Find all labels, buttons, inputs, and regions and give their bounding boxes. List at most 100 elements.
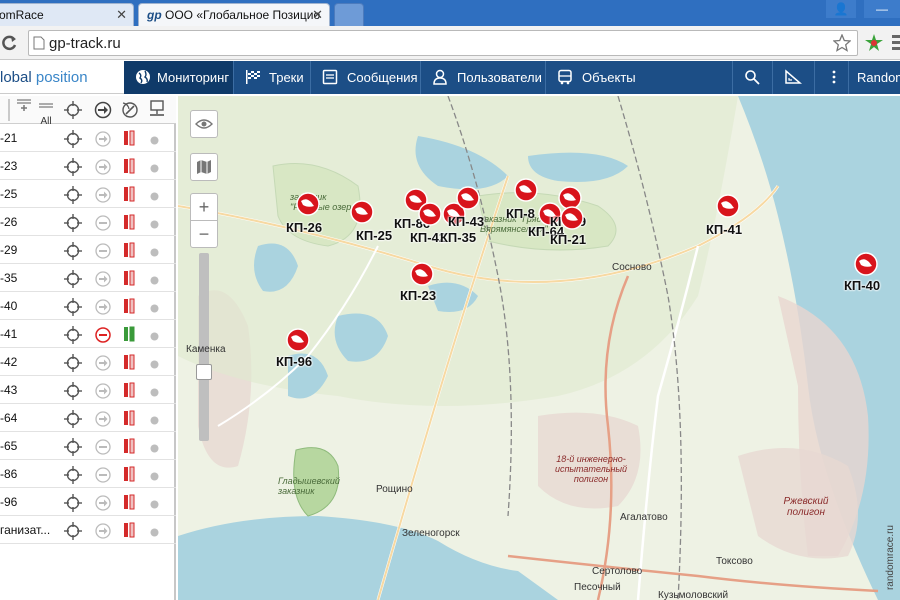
locate-crosshair-icon[interactable] <box>64 158 82 179</box>
signal-status-icon <box>123 158 135 177</box>
select-all-button[interactable]: All <box>36 98 56 127</box>
browser-tab-active[interactable]: gp ООО «Глобальное Позицио ✕ <box>138 3 330 26</box>
search-button[interactable] <box>733 61 773 94</box>
map-marker-label[interactable]: КП-40 <box>844 278 880 293</box>
table-row[interactable]: -25 <box>0 180 176 208</box>
locate-crosshair-icon[interactable] <box>64 130 82 151</box>
map-marker-icon[interactable] <box>560 206 584 230</box>
map-marker-label[interactable]: КП-25 <box>356 228 392 243</box>
account-name: Random <box>857 70 900 85</box>
nav-monitoring[interactable]: Мониторинг <box>124 61 234 94</box>
table-row[interactable]: ганизат... <box>0 516 176 544</box>
locate-crosshair-icon[interactable] <box>64 410 82 431</box>
connection-dot-icon <box>150 470 159 484</box>
map-marker-label[interactable]: КП-8 <box>506 206 535 221</box>
zoom-slider-handle[interactable] <box>196 364 212 380</box>
table-row[interactable]: -35 <box>0 264 176 292</box>
map-marker-icon[interactable] <box>418 202 442 226</box>
layers-visibility-button[interactable] <box>190 110 218 138</box>
user-profile-icon[interactable]: 👤 <box>826 0 856 18</box>
locate-crosshair-icon[interactable] <box>64 354 82 375</box>
moving-arrow-icon <box>95 411 111 430</box>
signal-status-icon <box>123 466 135 485</box>
direction-arrow-icon[interactable] <box>94 101 112 119</box>
table-row[interactable]: -43 <box>0 376 176 404</box>
locate-crosshair-icon[interactable] <box>64 186 82 207</box>
locate-crosshair-icon[interactable] <box>64 438 82 459</box>
bus-icon <box>558 69 572 85</box>
close-icon[interactable]: ✕ <box>312 7 323 23</box>
minimize-icon[interactable]: — <box>864 0 900 18</box>
table-row[interactable]: -40 <box>0 292 176 320</box>
add-object-button[interactable] <box>14 98 34 122</box>
satellite-icon[interactable] <box>120 100 140 120</box>
locate-crosshair-icon[interactable] <box>64 522 82 543</box>
more-menu-button[interactable] <box>815 61 849 94</box>
menu-icon[interactable] <box>890 32 900 54</box>
table-row[interactable]: -64 <box>0 404 176 432</box>
network-icon[interactable] <box>148 100 166 118</box>
moving-arrow-icon <box>95 187 111 206</box>
table-row[interactable]: -65 <box>0 432 176 460</box>
new-tab-button[interactable] <box>334 3 364 26</box>
map-marker-label[interactable]: КП-96 <box>276 354 312 369</box>
browser-tab[interactable]: omRace ✕ <box>0 3 134 26</box>
locate-crosshair-icon[interactable] <box>64 382 82 403</box>
map-view[interactable]: + − Каменка Сосново Рощино Зеленогорск А… <box>178 96 900 600</box>
table-row[interactable]: -26 <box>0 208 176 236</box>
map-marker-icon[interactable] <box>514 178 538 202</box>
map-marker-icon[interactable] <box>854 252 878 276</box>
nav-objects[interactable]: Объекты <box>546 61 733 94</box>
locate-crosshair-icon[interactable] <box>64 214 82 235</box>
locate-crosshair-icon[interactable] <box>64 466 82 487</box>
moving-arrow-icon <box>95 495 111 514</box>
account-menu[interactable]: Random <box>849 61 900 94</box>
locate-crosshair-icon[interactable] <box>64 326 82 347</box>
map-marker-icon[interactable] <box>716 194 740 218</box>
map-type-button[interactable] <box>190 153 218 181</box>
map-marker-icon[interactable] <box>456 186 480 210</box>
table-row[interactable]: -21 <box>0 124 176 152</box>
table-row[interactable]: -41 <box>0 320 176 348</box>
polygon-label: 18-й инженерно-испытательный полигон <box>554 454 628 484</box>
reload-icon[interactable] <box>0 34 18 52</box>
table-row[interactable]: -96 <box>0 488 176 516</box>
objects-panel: All -21 -23 -25 -26 -29 -35 -40 -41-42 -… <box>0 96 176 600</box>
table-row[interactable]: -23 <box>0 152 176 180</box>
place-label: Рощино <box>376 484 413 495</box>
map-marker-icon[interactable] <box>286 328 310 352</box>
crosshair-icon[interactable] <box>64 101 82 119</box>
table-row[interactable]: -29 <box>0 236 176 264</box>
map-marker-label[interactable]: КП-43 <box>448 214 484 229</box>
brand-logo[interactable]: lobal position <box>0 61 124 94</box>
map-marker-label[interactable]: КП-21 <box>550 232 586 247</box>
map-marker-icon[interactable] <box>296 192 320 216</box>
table-row[interactable]: -42 <box>0 348 176 376</box>
close-icon[interactable]: ✕ <box>116 7 127 23</box>
nav-label: Сообщения <box>347 70 418 85</box>
locate-crosshair-icon[interactable] <box>64 494 82 515</box>
map-marker-icon[interactable] <box>410 262 434 286</box>
map-marker-label[interactable]: КП-23 <box>400 288 436 303</box>
address-bar[interactable]: gp-track.ru <box>28 30 858 56</box>
zoom-in-button[interactable]: + <box>190 193 218 221</box>
locate-crosshair-icon[interactable] <box>64 298 82 319</box>
locate-crosshair-icon[interactable] <box>64 242 82 263</box>
stopped-icon <box>95 439 111 458</box>
extension-icon[interactable] <box>864 33 884 53</box>
object-name: -26 <box>0 215 18 229</box>
nav-users[interactable]: Пользователи <box>421 61 546 94</box>
signal-status-icon <box>123 270 135 289</box>
ruler-button[interactable] <box>773 61 815 94</box>
map-marker-label[interactable]: КП-35 <box>440 230 476 245</box>
map-marker-label[interactable]: КП-41 <box>706 222 742 237</box>
connection-dot-icon <box>150 526 159 540</box>
locate-crosshair-icon[interactable] <box>64 270 82 291</box>
zoom-out-button[interactable]: − <box>190 220 218 248</box>
table-row[interactable]: -86 <box>0 460 176 488</box>
bookmark-star-icon[interactable] <box>833 34 851 52</box>
nav-tracks[interactable]: Треки <box>234 61 311 94</box>
nav-messages[interactable]: Сообщения <box>311 61 421 94</box>
map-marker-icon[interactable] <box>350 200 374 224</box>
map-marker-label[interactable]: КП-26 <box>286 220 322 235</box>
